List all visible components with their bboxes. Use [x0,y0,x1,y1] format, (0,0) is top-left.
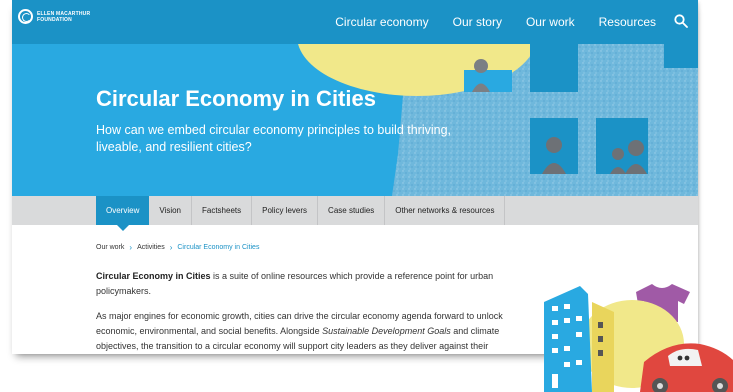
top-navigation: ELLEN MACARTHUR FOUNDATION Circular econ… [12,0,698,44]
page-subtitle: How can we embed circular economy princi… [96,123,452,154]
tab-vision[interactable]: Vision [149,196,191,225]
breadcrumb: Our work › Activities › Circular Economy… [96,243,259,252]
hero-illustration [298,44,698,196]
nav-circular-economy[interactable]: Circular economy [335,15,428,29]
tab-overview[interactable]: Overview [96,196,150,231]
main-menu: Circular economy Our story Our work Reso… [335,0,656,44]
foundation-logo[interactable]: ELLEN MACARTHUR FOUNDATION [18,9,90,24]
search-icon[interactable] [674,14,688,28]
tab-factsheets[interactable]: Factsheets [192,196,251,225]
tab-other-networks[interactable]: Other networks & resources [385,196,504,225]
section-tabs: Overview Vision Factsheets Policy levers… [96,196,506,231]
tab-policy-levers[interactable]: Policy levers [252,196,317,225]
intro-paragraph: Circular Economy in Cities is a suite of… [96,269,526,299]
nav-resources[interactable]: Resources [599,15,656,29]
logo-text: ELLEN MACARTHUR FOUNDATION [37,11,90,23]
breadcrumb-separator-icon: › [169,243,173,252]
nav-our-story[interactable]: Our story [453,15,502,29]
tab-divider [504,196,506,225]
body-text-italic: Sustainable Development Goals [322,326,451,336]
breadcrumb-current: Circular Economy in Cities [177,244,260,251]
logo-circle-icon [18,9,33,24]
breadcrumb-separator-icon: › [129,243,133,252]
decorative-city-illustration [544,284,733,392]
page-title: Circular Economy in Cities [96,86,376,111]
body-paragraph: As major engines for economic growth, ci… [96,309,526,354]
nav-our-work[interactable]: Our work [526,15,575,29]
stage: Circular Economy in Cities How can we em… [0,0,733,392]
intro-bold: Circular Economy in Cities [96,271,211,281]
hero-banner: Circular Economy in Cities How can we em… [12,44,698,196]
logo-line-2: FOUNDATION [37,16,72,23]
breadcrumb-activities[interactable]: Activities [137,244,165,251]
tab-case-studies[interactable]: Case studies [318,196,384,225]
breadcrumb-our-work[interactable]: Our work [96,244,124,251]
section-tab-bar: Overview Vision Factsheets Policy levers… [12,196,698,231]
